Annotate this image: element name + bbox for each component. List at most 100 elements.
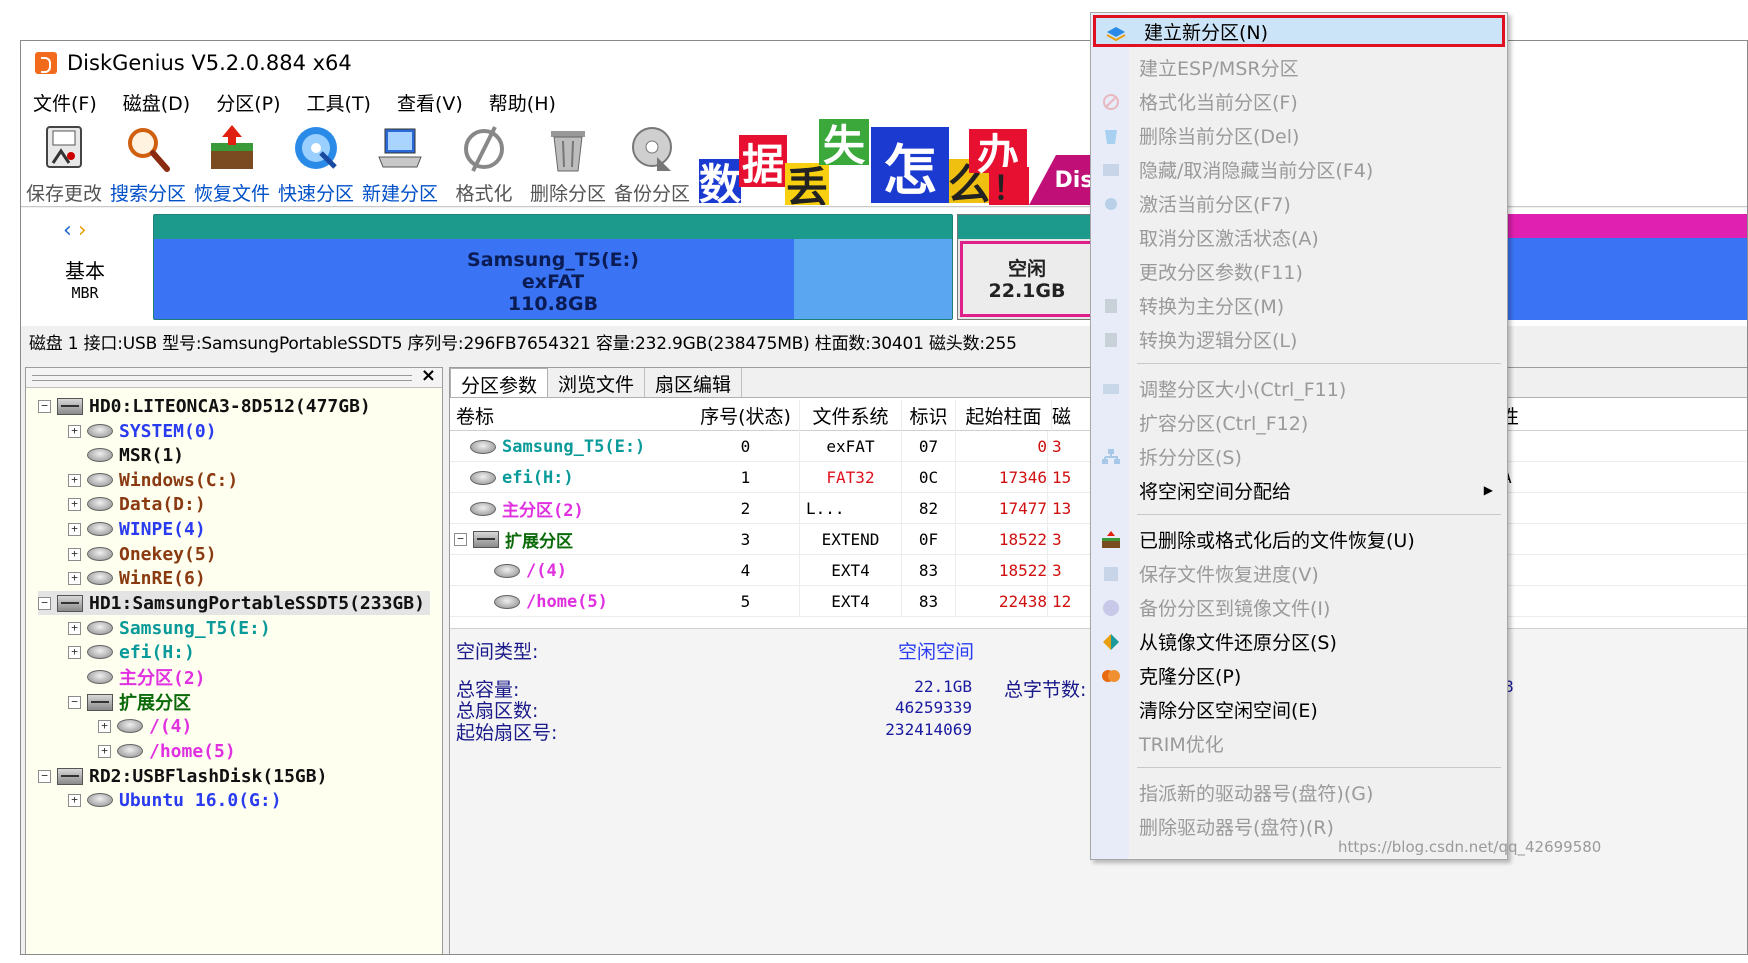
- expand-icon[interactable]: +: [68, 497, 81, 511]
- recovery-ad-banner[interactable]: 数 据 丢 失 怎 么 办 ！ Dis: [699, 119, 1119, 205]
- partition-block-free[interactable]: 空闲 22.1GB: [957, 214, 1097, 320]
- tree-node-home-5[interactable]: + /home(5): [98, 739, 236, 763]
- tree-node-primary-2[interactable]: 主分区(2): [68, 665, 206, 689]
- partition-block-samsung-t5[interactable]: Samsung_T5(E:) exFAT 110.8GB: [153, 214, 953, 320]
- collapse-icon[interactable]: −: [68, 695, 81, 709]
- chevron-right-icon[interactable]: ›: [78, 218, 93, 243]
- tree-node-efi[interactable]: + efi(H:): [68, 640, 195, 664]
- disk-type: 基本 MBR: [65, 259, 105, 302]
- backup-disc-icon: [627, 123, 677, 175]
- partition-icon: [470, 501, 496, 516]
- ad-tile-2: 据: [739, 135, 787, 189]
- disk-info-bar: 磁盘 1 接口:USB 型号:SamsungPortableSSDT5 序列号:…: [29, 334, 1017, 354]
- tab-partition-params[interactable]: 分区参数: [450, 368, 549, 397]
- tree-node-winpe[interactable]: + WINPE(4): [68, 517, 206, 541]
- tree-node-root-4[interactable]: + /(4): [98, 714, 192, 738]
- partition-icon: [87, 670, 113, 684]
- quick-partition-button[interactable]: 快速分区: [277, 119, 355, 207]
- tree-node-hd1[interactable]: − HD1:SamsungPortableSSDT5(233GB): [38, 591, 430, 615]
- menu-item-format[interactable]: 格式化当前分区(F): [1091, 85, 1507, 117]
- tab-browse-files[interactable]: 浏览文件: [548, 368, 646, 397]
- menu-item-activate[interactable]: 激活当前分区(F7): [1091, 187, 1507, 219]
- format-icon: [1101, 93, 1121, 111]
- expand-icon[interactable]: +: [68, 645, 81, 659]
- menu-item-allocate-free[interactable]: 将空闲空间分配给 ▶: [1091, 474, 1507, 506]
- expand-icon[interactable]: +: [98, 744, 111, 758]
- menu-item-assign-letter[interactable]: 指派新的驱动器号(盘符)(G): [1091, 776, 1507, 808]
- backup-partition-button[interactable]: 备份分区: [613, 119, 691, 207]
- menu-disk[interactable]: 磁盘(D): [123, 89, 190, 116]
- tree-node-windows[interactable]: + Windows(C:): [68, 468, 238, 492]
- ad-tile-8: ！: [989, 167, 1029, 205]
- partition-icon: [87, 793, 113, 807]
- tree-node-rd2[interactable]: − RD2:USBFlashDisk(15GB): [38, 764, 327, 788]
- menu-item-to-logical[interactable]: 转换为逻辑分区(L): [1091, 323, 1507, 355]
- expand-icon[interactable]: +: [68, 571, 81, 585]
- save-changes-button[interactable]: 保存更改: [25, 119, 103, 207]
- menu-item-resize[interactable]: 调整分区大小(Ctrl_F11): [1091, 372, 1507, 404]
- ad-tile-1: 数: [699, 159, 742, 205]
- expand-icon[interactable]: +: [68, 621, 81, 635]
- menu-item-restore-image[interactable]: 从镜像文件还原分区(S): [1091, 625, 1507, 657]
- menu-item-change-params[interactable]: 更改分区参数(F11): [1091, 255, 1507, 287]
- collapse-icon[interactable]: −: [454, 533, 467, 546]
- tree-node-onekey[interactable]: + Onekey(5): [68, 542, 217, 566]
- chevron-left-icon[interactable]: ‹: [63, 218, 78, 243]
- collapse-icon[interactable]: −: [38, 399, 51, 413]
- menu-item-clone[interactable]: 克隆分区(P): [1091, 659, 1507, 691]
- disk-nav-arrows[interactable]: ‹›: [63, 218, 93, 243]
- menu-item-backup-image[interactable]: 备份分区到镜像文件(I): [1091, 591, 1507, 623]
- trash-icon: [1101, 127, 1121, 145]
- menu-item-new-partition[interactable]: 建立新分区(N): [1093, 15, 1505, 47]
- expand-icon[interactable]: +: [98, 719, 111, 733]
- menu-view[interactable]: 查看(V): [397, 89, 463, 116]
- partition-icon: [494, 563, 520, 578]
- menu-item-to-primary[interactable]: 转换为主分区(M): [1091, 289, 1507, 321]
- menu-tools[interactable]: 工具(T): [307, 89, 371, 116]
- expand-icon[interactable]: +: [68, 547, 81, 561]
- expand-icon[interactable]: +: [68, 424, 81, 438]
- format-button[interactable]: 格式化: [445, 119, 523, 207]
- menu-item-wipe-free[interactable]: 清除分区空闲空间(E): [1091, 693, 1507, 725]
- menu-item-deactivate[interactable]: 取消分区激活状态(A): [1091, 221, 1507, 253]
- partition-icon: [87, 547, 113, 561]
- menu-item-hide[interactable]: 隐藏/取消隐藏当前分区(F4): [1091, 153, 1507, 185]
- search-partition-button[interactable]: 搜索分区: [109, 119, 187, 207]
- menu-item-save-progress[interactable]: 保存文件恢复进度(V): [1091, 557, 1507, 589]
- tree-node-msr[interactable]: MSR(1): [68, 443, 184, 467]
- partition-icon: [117, 719, 143, 733]
- disk-tree-pane: × − HD0:LITEONCA3-8D512(477GB) + SYSTEM(…: [25, 365, 443, 954]
- expand-icon[interactable]: +: [68, 522, 81, 536]
- menu-partition[interactable]: 分区(P): [216, 89, 280, 116]
- expand-icon[interactable]: +: [68, 473, 81, 487]
- tree-node-hd0[interactable]: − HD0:LITEONCA3-8D512(477GB): [38, 394, 371, 418]
- activate-icon: [1101, 195, 1121, 213]
- partition-icon: [87, 645, 113, 659]
- close-icon[interactable]: ×: [421, 365, 436, 386]
- collapse-icon[interactable]: −: [38, 769, 51, 783]
- tree-node-extended[interactable]: − 扩展分区: [68, 690, 191, 714]
- menu-item-file-recovery[interactable]: 已删除或格式化后的文件恢复(U): [1091, 523, 1507, 555]
- menu-item-trim[interactable]: TRIM优化: [1091, 727, 1507, 759]
- new-partition-button[interactable]: 新建分区: [361, 119, 439, 207]
- menu-item-delete[interactable]: 删除当前分区(Del): [1091, 119, 1507, 151]
- extended-partition-icon: [473, 531, 499, 548]
- menu-help[interactable]: 帮助(H): [489, 89, 556, 116]
- tree-node-ubuntu[interactable]: + Ubuntu 16.0(G:): [68, 788, 282, 812]
- menu-item-esp-msr[interactable]: 建立ESP/MSR分区: [1091, 51, 1507, 83]
- tab-sector-edit[interactable]: 扇区编辑: [645, 368, 743, 397]
- tree-node-system[interactable]: + SYSTEM(0): [68, 419, 217, 443]
- partition-icon: [470, 439, 496, 454]
- delete-partition-button[interactable]: 删除分区: [529, 119, 607, 207]
- menu-item-extend[interactable]: 扩容分区(Ctrl_F12): [1091, 406, 1507, 438]
- tree-node-winre[interactable]: + WinRE(6): [68, 566, 206, 590]
- collapse-icon[interactable]: −: [38, 596, 51, 610]
- tree-node-data[interactable]: + Data(D:): [68, 492, 206, 516]
- expand-icon[interactable]: +: [68, 793, 81, 807]
- partition-block-right[interactable]: [1501, 214, 1747, 320]
- menu-item-split[interactable]: 拆分分区(S): [1091, 440, 1507, 472]
- menu-file[interactable]: 文件(F): [33, 89, 97, 116]
- window-title: DiskGenius V5.2.0.884 x64: [67, 51, 352, 75]
- tree-node-samsung-t5[interactable]: + Samsung_T5(E:): [68, 616, 271, 640]
- recover-files-button[interactable]: 恢复文件: [193, 119, 271, 207]
